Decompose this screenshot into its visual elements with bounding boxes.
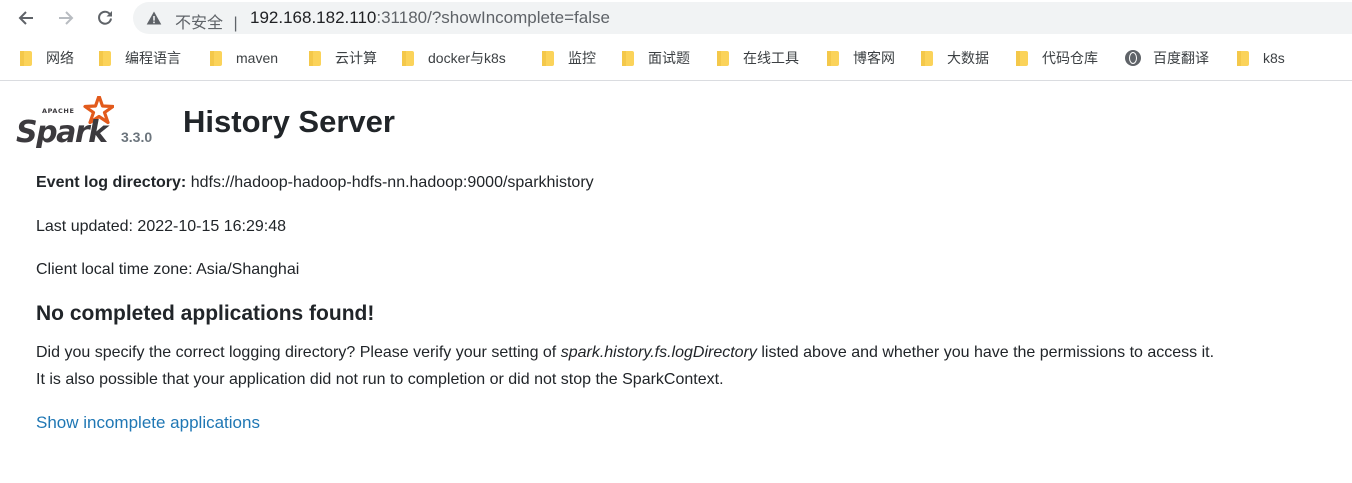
reload-icon [98,10,112,25]
last-updated: Last updated: 2022-10-15 16:29:48 [36,218,286,235]
bookmark-online-tools[interactable]: 在线工具 [717,44,799,72]
warning-icon[interactable] [146,10,162,26]
back-button[interactable] [12,4,40,32]
security-status-label: 不安全 [175,15,224,32]
show-incomplete-link[interactable]: Show incomplete applications [36,413,260,433]
bookmark-label: 大数据 [947,50,989,66]
bookmark-k8s[interactable]: k8s [1237,44,1285,72]
url-text[interactable]: 192.168.182.110:31180/?showIncomplete=fa… [250,8,610,28]
bookmark-interview[interactable]: 面试题 [622,44,690,72]
bookmark-label: 监控 [568,50,596,66]
completion-hint-text: It is also possible that your applicatio… [36,371,724,388]
bookmark-label: 博客网 [853,50,895,66]
bookmark-label: 面试题 [648,50,690,66]
address-bar[interactable]: 不安全 | 192.168.182.110:31180/?showIncompl… [133,2,1352,34]
spark-logo[interactable]: APACHE Spark [16,94,115,150]
event-log-value: hdfs://hadoop-hadoop-hdfs-nn.hadoop:9000… [190,174,594,191]
spark-version: 3.3.0 [121,129,153,145]
bookmark-label: 网络 [46,50,74,66]
bookmark-cloud[interactable]: 云计算 [309,44,377,72]
event-log-directory: Event log directory: hdfs://hadoop-hadoo… [36,174,594,192]
url-path: :31180/?showIncomplete=false [376,8,610,27]
security-separator: | [233,15,238,32]
browser-toolbar: 不安全 | 192.168.182.110:31180/?showIncompl… [0,0,1352,36]
folder-icon [622,50,634,66]
bookmark-baidu-translate[interactable]: 百度翻译 [1125,44,1209,72]
client-timezone: Client local time zone: Asia/Shanghai [36,261,300,278]
folder-icon [827,50,839,66]
bookmark-label: 百度翻译 [1153,50,1209,66]
folder-icon [717,50,729,66]
folder-icon [309,50,321,66]
logo-small-text: APACHE [42,107,74,115]
folder-icon [402,50,414,66]
bookmark-label: 云计算 [335,50,377,66]
bookmark-label: 在线工具 [743,50,799,66]
logo-text: Spark [16,115,110,148]
bookmark-label: 编程语言 [125,50,181,66]
bookmark-blogs[interactable]: 博客网 [827,44,895,72]
folder-icon [20,50,32,66]
folder-icon [1237,50,1249,66]
folder-icon [1016,50,1028,66]
security-status[interactable]: 不安全 | [175,9,238,33]
no-apps-heading: No completed applications found! [36,302,375,325]
bookmark-label: 代码仓库 [1042,50,1098,66]
bookmark-network[interactable]: 网络 [20,44,74,72]
folder-icon [542,50,554,66]
hint-text-start: Did you specify the correct logging dire… [36,344,561,361]
spark-logo-icon: APACHE Spark [16,94,115,150]
arrow-left-icon [18,11,33,25]
hint-text-end: listed above and whether you have the pe… [756,344,1215,361]
bookmark-docker-k8s[interactable]: docker与k8s [402,44,506,72]
bookmark-programming[interactable]: 编程语言 [99,44,181,72]
reload-button[interactable] [91,4,119,32]
folder-icon [99,50,111,66]
page-title: History Server [183,104,395,139]
bookmark-maven[interactable]: maven [210,44,278,72]
bookmark-monitoring[interactable]: 监控 [542,44,596,72]
globe-icon [1125,50,1141,66]
event-log-label: Event log directory: [36,174,187,191]
logging-hint-text: Did you specify the correct logging dire… [36,344,1214,362]
forward-button[interactable] [52,4,80,32]
bookmarks-bar: 网络 编程语言 maven 云计算 docker与k8s 监控 面试题 在线工具… [0,44,1352,72]
bookmark-label: maven [236,50,279,66]
folder-icon [921,50,933,66]
folder-icon [210,50,222,66]
config-key: spark.history.fs.logDirectory [560,344,757,361]
bookmark-label: k8s [1263,50,1285,66]
arrow-right-icon [59,11,74,25]
bookmark-label: docker与k8s [428,50,506,66]
bookmark-bigdata[interactable]: 大数据 [921,44,989,72]
url-host: 192.168.182.110 [250,8,377,27]
bookmark-code-repo[interactable]: 代码仓库 [1016,44,1098,72]
page-content: APACHE Spark 3.3.0 History Server Event … [0,81,1352,483]
